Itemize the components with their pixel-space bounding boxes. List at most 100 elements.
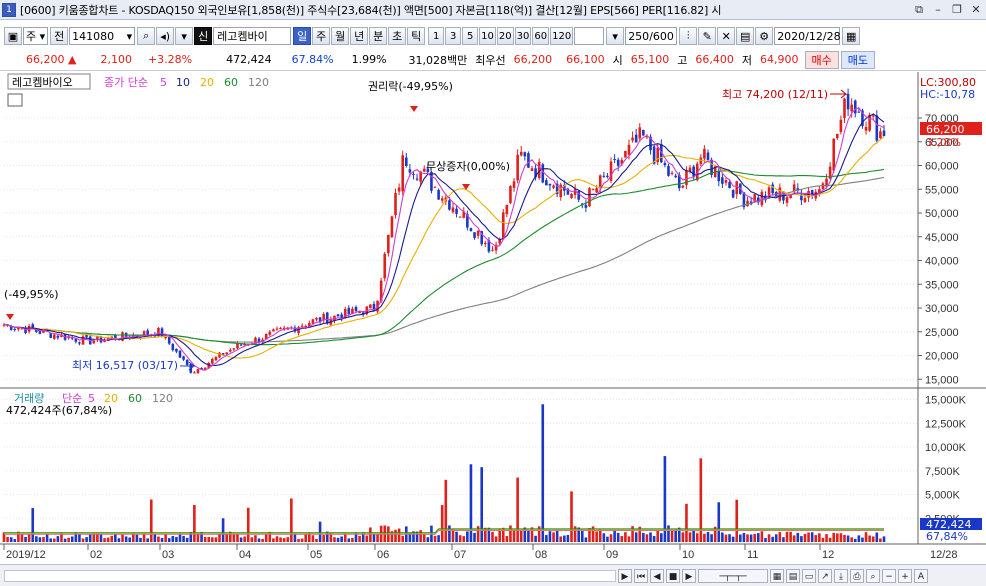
chart-scrollbar[interactable]	[4, 569, 616, 582]
print-icon[interactable]: ⎙	[850, 568, 864, 583]
next-icon[interactable]: ▶	[682, 568, 696, 583]
sell-button[interactable]: 매도	[840, 50, 876, 69]
volume-bar	[121, 534, 124, 542]
prev-button[interactable]: 전	[50, 27, 69, 45]
minimize-button[interactable]: –	[930, 2, 946, 18]
interval-tab[interactable]: 5	[462, 27, 479, 45]
y-tick-label: 45,000	[925, 232, 959, 244]
volume-bar	[602, 533, 606, 542]
candle-body	[792, 184, 796, 191]
interval-custom[interactable]	[574, 27, 605, 45]
candle-body	[875, 115, 879, 141]
volume-bar	[286, 537, 290, 542]
volume-bar	[397, 528, 401, 542]
search-icon[interactable]: ⌕	[137, 27, 156, 45]
window-icon[interactable]: ▭	[802, 568, 816, 583]
count-value: 250	[628, 29, 650, 43]
volume-bar	[128, 537, 132, 542]
shin-button[interactable]: 신	[194, 27, 213, 45]
interval-tab[interactable]: 30	[514, 27, 532, 45]
chevron-down-icon[interactable]: ▾	[606, 27, 625, 45]
export-icon[interactable]: ⤓	[834, 568, 848, 583]
volume-bar	[864, 532, 868, 542]
period-tab[interactable]: 틱	[407, 27, 426, 45]
interval-tab[interactable]: 10	[479, 27, 496, 45]
volume-bar	[311, 535, 315, 542]
candle-body	[347, 307, 351, 315]
minus-icon[interactable]: −	[882, 568, 896, 583]
candle-body	[473, 232, 476, 238]
volume-bar	[807, 532, 810, 542]
gear-icon[interactable]: ⚙	[755, 27, 774, 45]
speaker-icon[interactable]: ◂)	[156, 27, 175, 45]
open-label: 시	[612, 53, 623, 67]
candle-body	[638, 127, 642, 139]
volume-info: 472,424주(67,84%)	[6, 404, 112, 417]
layout-icon[interactable]: ▤	[786, 568, 800, 583]
hc-label: HC:-10,78	[920, 88, 975, 101]
volume-bar	[853, 538, 857, 542]
date-input[interactable]: 2020/12/28	[774, 27, 841, 45]
chevron-down-icon[interactable]: ▾	[127, 30, 133, 43]
restore-button[interactable]: ❐	[949, 2, 965, 18]
first-icon[interactable]: ⏮	[634, 568, 648, 583]
interval-tab[interactable]: 60	[532, 27, 550, 45]
volume-ma-period: 120	[152, 392, 173, 405]
volume-bar	[760, 531, 764, 542]
volume-bar	[721, 532, 724, 542]
zoom-icon[interactable]: ⌕	[866, 568, 880, 583]
volume-bar	[616, 532, 620, 542]
interval-tab[interactable]: 120	[550, 27, 574, 45]
calendar-icon[interactable]: ▦	[842, 27, 861, 45]
stop-icon[interactable]: ■	[666, 568, 680, 583]
volume-bar	[652, 536, 656, 542]
chart-type-icon[interactable]: ⫶	[679, 27, 698, 45]
volume-bar	[548, 531, 552, 542]
volume-bar	[448, 525, 451, 542]
period-tab[interactable]: 초	[388, 27, 407, 45]
play-icon[interactable]: ▶	[618, 568, 632, 583]
period-tab[interactable]: 년	[350, 27, 369, 45]
save-icon[interactable]: ▤	[736, 27, 755, 45]
close-button[interactable]: ✕	[968, 2, 984, 18]
interval-tab[interactable]: 1	[428, 27, 445, 45]
period-tab[interactable]: 월	[331, 27, 350, 45]
font-icon[interactable]: A	[914, 568, 928, 583]
link-icon[interactable]: ⧉	[911, 2, 927, 18]
delete-icon[interactable]: ✕	[717, 27, 736, 45]
volume-bar	[193, 504, 196, 542]
candle-body	[387, 234, 390, 254]
count-total: /600	[649, 29, 674, 43]
draw-icon[interactable]: ✎	[698, 27, 717, 45]
candle-body	[850, 104, 853, 112]
volume-bar	[857, 535, 861, 542]
period-tab[interactable]: 분	[369, 27, 388, 45]
period-tab[interactable]: 일	[293, 27, 312, 45]
dropdown-icon[interactable]: ▾	[175, 27, 194, 45]
period-tab[interactable]: 주	[312, 27, 331, 45]
grid-icon[interactable]: ▦	[770, 568, 784, 583]
volume-bar	[88, 534, 92, 542]
candle-body	[401, 155, 404, 192]
volume-bar	[9, 537, 13, 542]
interval-tab[interactable]: 20	[496, 27, 514, 45]
code-input[interactable]: 141080 ▾	[69, 27, 136, 45]
stock-name: 레고켐바이	[213, 27, 292, 45]
x-tick-label: 11	[747, 549, 758, 561]
candle-body	[315, 317, 318, 320]
volume-bar	[135, 534, 139, 542]
prev-icon[interactable]: ◀	[650, 568, 664, 583]
tool-icon[interactable]: ↗	[818, 568, 832, 583]
count-input[interactable]: 250/600	[625, 27, 678, 45]
candle-body	[728, 182, 731, 189]
zoom-slider-icon[interactable]: ─┬─┬─	[698, 568, 768, 583]
buy-button[interactable]: 매수	[804, 50, 839, 69]
candle-body	[613, 159, 616, 161]
candle-body	[519, 151, 523, 156]
volume-bar	[275, 536, 279, 542]
market-select[interactable]: 주 ▾	[23, 27, 49, 45]
plus-icon[interactable]: +	[898, 568, 912, 583]
stock-chart[interactable]: 70,00065,00060,00055,00050,00045,00040,0…	[0, 72, 986, 564]
layout-icon[interactable]: ▣	[4, 27, 22, 45]
interval-tab[interactable]: 3	[445, 27, 462, 45]
